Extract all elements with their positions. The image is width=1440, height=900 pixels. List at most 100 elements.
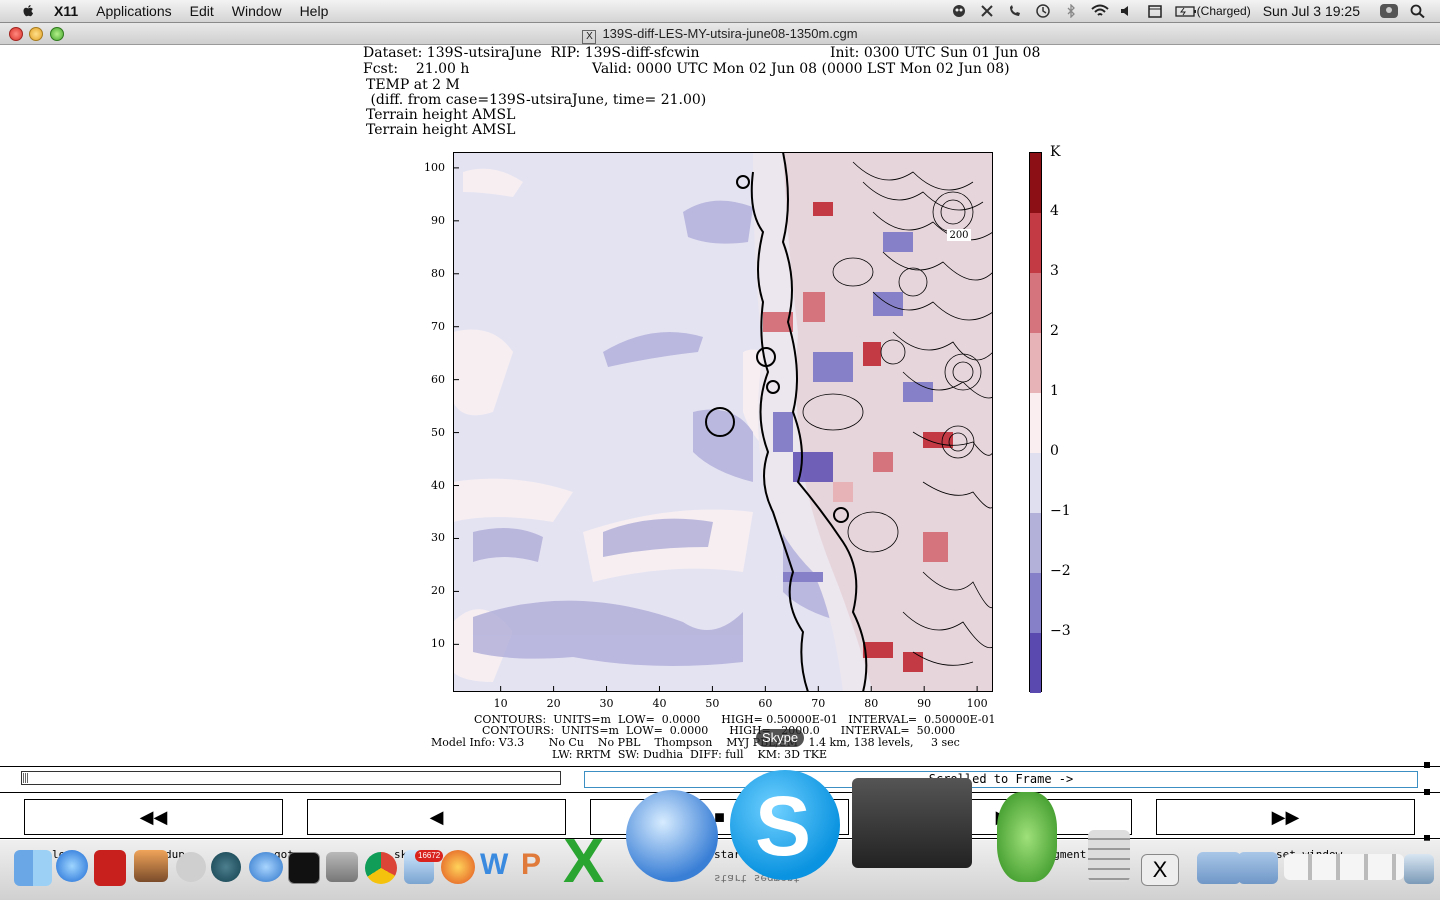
colorbar-segment [1030,153,1041,213]
iphoto-dock-icon[interactable] [134,850,168,882]
frame-scrollbar-thumb[interactable] [23,773,29,783]
ichat-dock-icon[interactable] [249,852,283,882]
dashboard-dock-icon[interactable] [176,852,206,882]
x11-window-icon: X [582,30,597,44]
x-tick-label: 90 [917,697,932,710]
y-tick-label: 90 [431,213,445,227]
resize-handle[interactable] [1424,789,1430,795]
contour-label-200: 200 [947,229,971,241]
x-tick-label: 10 [493,697,508,710]
x-tick-label: 50 [705,697,720,710]
applications-folder-dock-icon[interactable] [1197,852,1241,884]
alien-icon[interactable] [951,4,967,18]
x-tick-label: 40 [652,697,667,710]
y-tick-label: 20 [431,584,445,598]
openoffice-dock-icon[interactable] [626,790,718,882]
resize-handle[interactable] [1424,762,1430,768]
finder-dock-icon[interactable] [14,850,52,886]
rewind-button[interactable]: ◀◀ [24,799,283,835]
terminal-dock-icon[interactable] [288,852,320,884]
frame-divider-middle [0,792,1440,793]
y-tick-label: 60 [431,372,445,386]
firefox-dock-icon[interactable] [441,850,475,884]
x-tick-label: 80 [864,697,879,710]
powerpoint-dock-icon[interactable]: P [521,848,541,882]
footer-physics: LW: RRTM SW: Dudhia DIFF: full KM: 3D TK… [552,748,828,761]
header-init: Init: 0300 UTC Sun 01 Jun 08 [830,45,1041,61]
colorbar-tick-label: −2 [1050,563,1071,579]
time-machine-icon[interactable] [1035,4,1051,18]
window-title: 139S-diff-LES-MY-utsira-june08-1350m.cgm [602,26,858,41]
wifi-icon[interactable] [1091,4,1109,18]
header-dataset: Dataset: 139S-utsiraJune RIP: 139S-diff-… [363,45,700,61]
colorbar-segment [1030,513,1041,573]
menu-help[interactable]: Help [300,3,329,19]
colorbar-tick-label: 1 [1050,383,1059,399]
bluetooth-icon[interactable] [1063,3,1079,19]
colorbar-tick-label: −1 [1050,503,1071,519]
colorbar-segment [1030,273,1041,333]
excel-dock-icon[interactable]: X [563,826,604,897]
fast-forward-button[interactable]: ▶▶ [1156,799,1415,835]
colorbar [1029,152,1042,693]
window-title-bar: X 139S-diff-LES-MY-utsira-june08-1350m.cg… [0,23,1440,45]
frame-divider-top [0,766,1440,767]
y-tick-label: 30 [431,531,445,545]
y-tick-label: 70 [431,319,445,333]
menu-window[interactable]: Window [232,3,282,19]
footer-model-info: Model Info: V3.3 No Cu No PBL Thompson M… [431,736,960,749]
footer-contours-2: CONTOURS: UNITS=m LOW= 0.0000 HIGH= 2000… [482,724,956,737]
colorbar-segment [1030,333,1041,393]
colorbar-segment [1030,573,1041,633]
colorbar-segment [1030,453,1041,513]
y-tick-label: 100 [424,160,445,174]
calendar-icon[interactable] [1147,4,1163,18]
photobooth-dock-icon[interactable] [94,850,126,886]
skype-dock-letter: S [755,779,812,873]
header-fcst: Fcst: 21.00 h [363,61,470,77]
calculator-dock-icon[interactable] [1088,830,1130,882]
colorbar-tick-label: −3 [1050,623,1071,639]
frame-scrollbar[interactable] [21,771,561,785]
colorbar-tick-label: 0 [1050,443,1059,459]
x-tick-label: 60 [758,697,773,710]
battery-icon[interactable] [1175,4,1196,18]
colorbar-unit: K [1050,144,1061,160]
x11-dock-icon[interactable]: X [1141,854,1179,886]
x-tick-label: 100 [966,697,988,710]
adium-dock-icon[interactable] [997,792,1057,882]
printer-dock-icon[interactable] [852,778,972,868]
gimp-dock-icon[interactable] [326,852,358,882]
y-tick-label: 50 [431,425,445,439]
volume-icon[interactable] [1119,4,1135,18]
trash-dock-icon[interactable] [1404,854,1434,884]
menu-applications[interactable]: Applications [96,3,172,19]
user-icon[interactable] [1380,4,1398,18]
word-dock-icon[interactable]: W [480,848,508,882]
app-name-menu[interactable]: X11 [54,3,78,19]
x-tick-label: 20 [546,697,561,710]
dock: lo dup goto skip start start segment seg… [0,770,1440,900]
spotlight-search-icon[interactable] [1410,4,1426,19]
mail-badge: 16672 [415,850,444,862]
frame-divider-bottom [0,838,1440,839]
colorbar-segment [1030,633,1041,693]
time-machine-dock-icon[interactable] [211,852,241,882]
y-tick-label: 40 [431,478,445,492]
step-back-button[interactable]: ◀ [307,799,566,835]
documents-folder-dock-icon[interactable] [1238,852,1278,884]
menubar-clock[interactable]: Sun Jul 3 19:25 [1263,3,1360,19]
header-diff: (diff. from case=139S-utsiraJune, time= … [366,92,707,108]
x-tick-label: 30 [599,697,614,710]
itunes-dock-icon[interactable] [56,850,88,882]
apple-menu-icon[interactable] [20,3,36,19]
y-tick-label: 10 [431,637,445,651]
scissors-icon[interactable] [979,4,995,18]
menu-edit[interactable]: Edit [190,3,214,19]
chrome-dock-icon[interactable] [365,852,397,884]
y-tick-label: 80 [431,266,445,280]
temperature-difference-map: 200 [453,152,993,692]
stack-dock-icon[interactable] [1284,854,1404,880]
phone-icon[interactable] [1007,4,1023,18]
contour-label-text: 200 [949,230,968,241]
